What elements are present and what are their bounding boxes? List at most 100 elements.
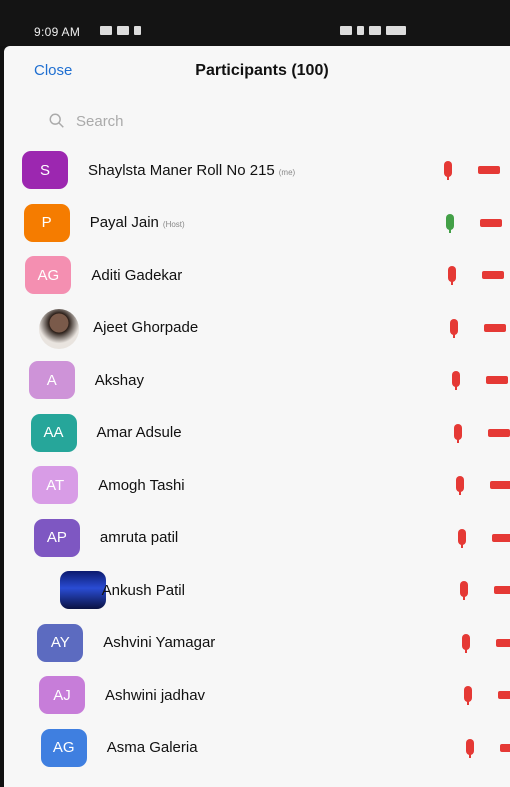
avatar: P <box>23 203 70 242</box>
participant-name: Aditi Gadekar <box>91 267 182 284</box>
participant-name-text: Ankush Patil <box>101 581 185 599</box>
avatar: AG <box>25 256 72 294</box>
mic-muted-icon[interactable] <box>450 318 459 338</box>
avatar-initials: AG <box>52 739 75 756</box>
avatar-initials: AJ <box>53 686 71 704</box>
mic-muted-icon[interactable] <box>444 161 452 180</box>
search-icon <box>49 113 64 128</box>
avatar-initials: AA <box>43 424 64 441</box>
search-placeholder: Search <box>76 112 124 130</box>
header: Close Participants (100) <box>4 46 510 106</box>
participant-list: S Shaylsta Maner Roll No 215 (me) P Payal Ja… <box>4 144 510 774</box>
avatar: AA <box>30 413 77 452</box>
status-time: 9:09 AM <box>34 25 81 39</box>
participant-name: Amogh Tashi <box>98 477 184 494</box>
mic-muted-icon[interactable] <box>460 581 469 600</box>
avatar-initials: AP <box>46 529 67 546</box>
mic-muted-icon[interactable] <box>462 633 471 653</box>
mic-muted-icon[interactable] <box>464 686 473 705</box>
participant-name-text: Amar Adsule <box>96 424 182 442</box>
message-icon <box>117 26 129 35</box>
mic-muted-icon[interactable] <box>448 266 457 285</box>
video-off-icon[interactable] <box>488 428 510 437</box>
notification-icon <box>100 26 112 35</box>
avatar-initials: P <box>41 214 52 231</box>
video-off-icon[interactable] <box>490 481 510 489</box>
participant-name-text: Ashvini Yamagar <box>103 634 216 652</box>
status-bar: 9:09 AM <box>0 0 510 46</box>
participant-name: Amar Adsule <box>97 424 182 441</box>
participant-row[interactable]: AG Asma Galeria <box>4 722 510 775</box>
participant-role-tag: (Host) <box>162 220 185 230</box>
battery-icon <box>386 26 406 35</box>
signal-icon-2 <box>369 26 381 35</box>
avatar-initials: S <box>39 161 50 179</box>
page-title: Participants (100) <box>195 62 329 79</box>
avatar-initials: AY <box>50 634 70 651</box>
video-off-icon[interactable] <box>494 586 510 594</box>
video-off-icon[interactable] <box>496 638 510 647</box>
video-off-icon[interactable] <box>480 218 503 227</box>
mic-muted-icon[interactable] <box>456 476 465 495</box>
participant-row[interactable]: AJ Ashwini jadhav <box>4 669 510 722</box>
participant-row[interactable]: P Payal Jain (Host) <box>4 197 510 250</box>
avatar: AJ <box>39 676 85 714</box>
participant-row[interactable]: Ajeet Ghorpade <box>4 302 510 355</box>
participant-name-text: Amogh Tashi <box>98 476 185 494</box>
notification-icons <box>100 24 146 38</box>
participant-role-tag: (me) <box>278 167 296 177</box>
avatar-initials: AG <box>37 266 60 284</box>
video-off-icon[interactable] <box>486 376 509 384</box>
avatar <box>39 308 80 349</box>
video-off-icon[interactable] <box>500 743 510 752</box>
wifi-icon <box>340 26 352 35</box>
participant-name-text: Payal Jain <box>89 214 159 232</box>
avatar: S <box>22 151 68 189</box>
participant-name: Ankush Patil <box>102 582 185 599</box>
participant-name: Ajeet Ghorpade <box>93 319 198 336</box>
participant-row[interactable]: AP amruta patil <box>4 512 510 565</box>
app-icon <box>134 26 141 35</box>
system-icons <box>340 24 411 38</box>
video-off-icon[interactable] <box>492 533 510 542</box>
mic-muted-icon[interactable] <box>458 528 467 548</box>
participant-name-text: Aditi Gadekar <box>91 266 183 284</box>
avatar-initials: A <box>46 371 57 389</box>
avatar-initials: AT <box>46 476 65 494</box>
participant-name: Akshay <box>95 372 144 389</box>
avatar: AT <box>32 466 79 504</box>
video-off-icon[interactable] <box>482 271 505 279</box>
participant-row[interactable]: AT Amogh Tashi <box>4 459 510 512</box>
participant-name: Payal Jain (Host) <box>90 214 185 231</box>
video-off-icon[interactable] <box>484 323 507 332</box>
search-input[interactable]: Search <box>48 108 248 134</box>
participant-row[interactable]: S Shaylsta Maner Roll No 215 (me) <box>4 144 510 197</box>
participant-name-text: Ashwini jadhav <box>105 686 206 704</box>
participant-row[interactable]: AA Amar Adsule <box>4 407 510 460</box>
participant-row[interactable]: A Akshay <box>4 354 510 407</box>
participant-name: Ashwini jadhav <box>105 687 205 704</box>
avatar: AG <box>40 728 87 767</box>
mic-muted-icon[interactable] <box>466 738 475 758</box>
participant-name-text: Shaylsta Maner Roll No 215 <box>88 161 275 179</box>
participant-name-text: Akshay <box>94 371 144 389</box>
participant-name: Shaylsta Maner Roll No 215 (me) <box>88 162 295 179</box>
mic-muted-icon[interactable] <box>452 371 461 390</box>
participant-row[interactable]: AY Ashvini Yamagar <box>4 617 510 670</box>
avatar: A <box>28 361 75 399</box>
video-off-icon[interactable] <box>478 166 500 174</box>
participant-name-text: Asma Galeria <box>106 739 198 757</box>
participant-name: amruta patil <box>100 529 178 546</box>
mic-muted-icon[interactable] <box>454 423 463 443</box>
signal-icon <box>357 26 364 35</box>
participant-name: Ashvini Yamagar <box>103 634 215 651</box>
participant-name-text: Ajeet Ghorpade <box>93 319 199 337</box>
video-off-icon[interactable] <box>498 691 510 699</box>
mic-on-icon[interactable] <box>446 213 455 233</box>
participant-row[interactable]: Ankush Patil <box>4 564 510 617</box>
participant-row[interactable]: AG Aditi Gadekar <box>4 249 510 302</box>
avatar: AY <box>37 623 84 662</box>
participant-name-text: amruta patil <box>99 529 179 547</box>
participants-screen: Close Participants (100) Search S Shaylst… <box>4 46 510 787</box>
participant-name: Asma Galeria <box>107 739 198 756</box>
